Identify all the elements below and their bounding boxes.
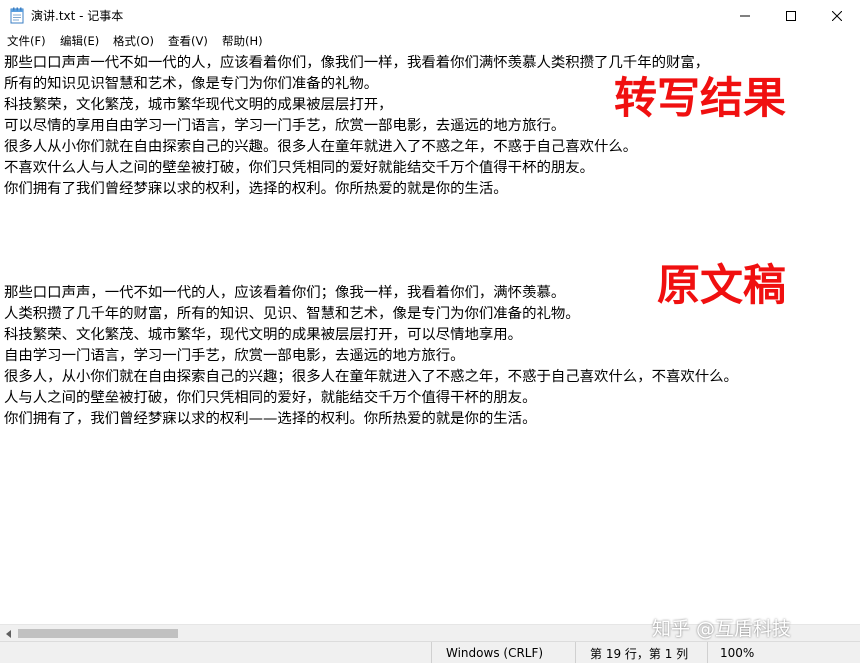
text-line: 不喜欢什么人与人之间的壁垒被打破，你们只凭相同的爱好就能结交千万个值得干杯的朋友… <box>4 160 595 176</box>
text-line: 人与人之间的壁垒被打破，你们只凭相同的爱好，就能结交千万个值得干杯的朋友。 <box>4 390 537 406</box>
text-editor[interactable]: 那些口口声声一代不如一代的人，应该看着你们，像我们一样，我看着你们满怀羡慕人类积… <box>0 51 860 624</box>
text-line: 所有的知识见识智慧和艺术，像是专门为你们准备的礼物。 <box>4 76 379 92</box>
text-line: 你们拥有了我们曾经梦寐以求的权利，选择的权利。你所热爱的就是你的生活。 <box>4 181 508 197</box>
text-line: 可以尽情的享用自由学习一门语言，学习一门手艺，欣赏一部电影，去遥远的地方旅行。 <box>4 118 566 134</box>
text-line: 你们拥有了，我们曾经梦寐以求的权利——选择的权利。你所热爱的就是你的生活。 <box>4 411 537 427</box>
close-button[interactable] <box>814 0 860 31</box>
menu-edit[interactable]: 编辑(E) <box>60 33 99 49</box>
menu-bar: 文件(F) 编辑(E) 格式(O) 查看(V) 帮助(H) <box>0 31 860 51</box>
notepad-icon <box>10 7 24 24</box>
maximize-button[interactable] <box>768 0 814 31</box>
text-line: 人类积攒了几千年的财富，所有的知识、见识、智慧和艺术，像是专门为你们准备的礼物。 <box>4 306 580 322</box>
close-icon <box>832 10 842 21</box>
scrollbar-thumb[interactable] <box>18 629 178 638</box>
maximize-icon <box>786 10 796 21</box>
minimize-button[interactable] <box>722 0 768 31</box>
transcription-label: 转写结果 <box>614 74 786 124</box>
text-line: 科技繁荣，文化繁茂，城市繁华现代文明的成果被层层打开， <box>4 97 393 113</box>
scroll-left-button[interactable] <box>0 625 17 642</box>
status-encoding: Windows (CRLF) <box>431 642 575 663</box>
status-position: 第 19 行，第 1 列 <box>575 642 707 663</box>
menu-format[interactable]: 格式(O) <box>113 33 154 49</box>
window-title: 演讲.txt - 记事本 <box>31 9 124 23</box>
menu-view[interactable]: 查看(V) <box>168 33 208 49</box>
status-bar: Windows (CRLF) 第 19 行，第 1 列 100% <box>0 641 860 663</box>
menu-file[interactable]: 文件(F) <box>7 33 46 49</box>
minimize-icon <box>740 15 750 16</box>
text-line: 科技繁荣、文化繁茂、城市繁华，现代文明的成果被层层打开，可以尽情地享用。 <box>4 327 523 343</box>
watermark: 知乎 @互盾科技 <box>652 618 792 640</box>
title-bar: 演讲.txt - 记事本 <box>0 0 860 31</box>
chevron-left-icon <box>5 629 11 638</box>
text-line: 很多人，从小你们就在自由探索自己的兴趣；很多人在童年就进入了不惑之年，不惑于自己… <box>4 369 738 385</box>
text-line: 自由学习一门语言，学习一门手艺，欣赏一部电影，去遥远的地方旅行。 <box>4 348 465 364</box>
menu-help[interactable]: 帮助(H) <box>222 33 263 49</box>
status-zoom: 100% <box>707 642 860 663</box>
text-line: 那些口口声声一代不如一代的人，应该看着你们，像我们一样，我看着你们满怀羡慕人类积… <box>4 55 710 71</box>
text-line: 很多人从小你们就在自由探索自己的兴趣。很多人在童年就进入了不惑之年，不惑于自己喜… <box>4 139 638 155</box>
text-line: 那些口口声声，一代不如一代的人，应该看着你们；像我一样，我看着你们，满怀羡慕。 <box>4 285 566 301</box>
original-label: 原文稿 <box>657 261 786 311</box>
